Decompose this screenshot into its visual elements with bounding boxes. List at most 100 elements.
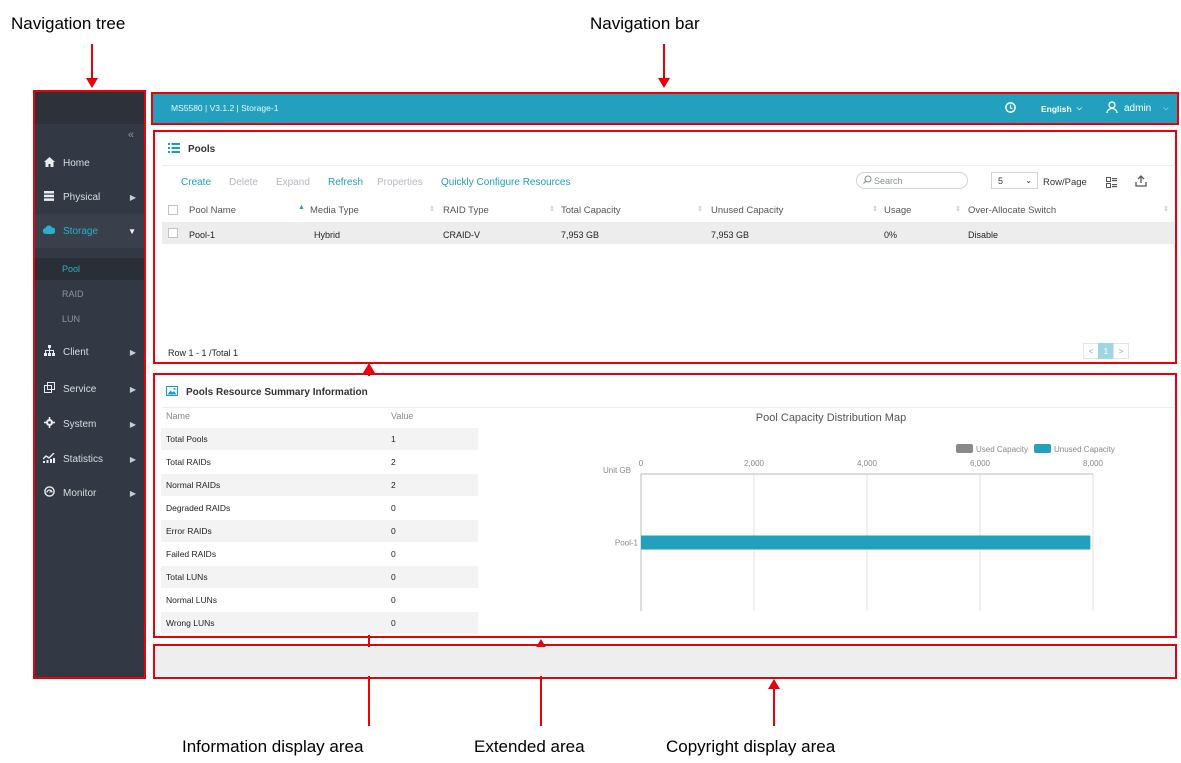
collapse-sidebar-button[interactable]: « [128,129,134,141]
summary-title-text: Pools Resource Summary Information [186,387,368,398]
language-select[interactable]: English ⌵ [1041,94,1082,123]
summary-row: Normal LUNs 0 [161,589,478,611]
chart-unit-label: Unit GB [603,466,631,475]
expand-button[interactable]: Expand [276,177,310,188]
callout-extended-area: Extended area [474,737,585,756]
column-header[interactable]: RAID Type [443,205,489,216]
create-button[interactable]: Create [181,177,211,188]
user-name: admin [1124,103,1152,114]
summary-value: 2 [391,480,396,490]
sort-asc-icon: ▲ [298,204,305,211]
sidebar-item-label: Home [63,157,90,169]
sidebar-header [35,92,144,124]
sidebar-item-client[interactable]: Client ▶ [35,335,144,369]
sidebar-subitem-raid[interactable]: RAID [35,283,144,305]
summary-name: Degraded RAIDs [166,503,231,513]
prev-page-button[interactable]: < [1083,343,1099,359]
export-icon[interactable] [1135,174,1147,192]
summary-row: Error RAIDs 0 [161,520,478,542]
caret-right-icon: ▶ [129,192,136,202]
refresh-button[interactable]: Refresh [328,177,363,188]
breadcrumb: MS5580 | V3.1.2 | Storage-1 [171,103,279,113]
clock-icon [1005,101,1016,116]
summary-value: 0 [391,572,396,582]
cell-media-type: Hybrid [314,230,341,240]
sidebar-item-physical[interactable]: Physical ▶ [35,180,144,214]
pagination: < 1 > [1083,343,1129,359]
sidebar-item-label: Monitor [63,487,97,499]
sidebar-item-storage[interactable]: Storage ▼ [35,214,144,248]
sidebar-item-home[interactable]: Home [35,146,144,180]
cloud-icon [42,225,56,237]
user-menu[interactable]: admin ⌵ [1106,94,1169,123]
summary-value: 0 [391,618,396,628]
row-checkbox[interactable] [168,228,178,238]
clock-button[interactable] [1005,94,1016,123]
column-header[interactable]: Pool Name [189,205,236,216]
tick-label: 6,000 [970,459,991,468]
legend-swatch [956,444,973,453]
legend-label: Unused Capacity [1054,445,1115,454]
sidebar-item-statistics[interactable]: Statistics ▶ [35,442,144,476]
sidebar-subitem-lun[interactable]: LUN [35,308,144,330]
summary-value: 0 [391,595,396,605]
value-header: Value [391,411,414,421]
network-icon [43,345,55,359]
monitor-icon [43,486,55,500]
sidebar-item-monitor[interactable]: Monitor ▶ [35,476,144,510]
sidebar-item-label: Statistics [63,453,104,465]
sidebar-item-label: Service [63,383,97,395]
caret-right-icon: ▶ [129,419,136,429]
column-header[interactable]: Over-Allocate Switch [968,205,1056,216]
column-header[interactable]: Media Type [310,205,359,216]
summary-name: Normal RAIDs [166,480,221,490]
caret-down-icon: ▼ [128,226,136,236]
sort-icon: ⇕ [429,206,435,213]
chart-legend: Used Capacity Unused Capacity [956,444,1115,454]
pools-panel: Pools Create Delete Expand Refresh Prope… [156,133,1174,361]
pools-title-text: Pools [188,144,216,155]
caret-right-icon: ▶ [129,384,136,394]
page-button[interactable]: 1 [1098,343,1114,359]
caret-right-icon: ▶ [129,454,136,464]
title-divider [162,165,1174,166]
chart-title: Pool Capacity Distribution Map [756,412,906,424]
summary-value: 0 [391,526,396,536]
properties-button[interactable]: Properties [377,177,423,188]
search-input[interactable]: Search [856,172,968,189]
legend-label: Used Capacity [976,445,1028,454]
search-placeholder: Search [874,175,903,186]
summary-value: 0 [391,549,396,559]
next-page-button[interactable]: > [1113,343,1129,359]
bar-unused-capacity [641,535,1091,550]
language-label: English [1041,103,1072,114]
callout-navigation-bar: Navigation bar [590,14,700,33]
select-all-checkbox[interactable] [168,205,178,215]
server-icon [43,190,55,204]
chevron-down-icon: ⌵ [1076,104,1083,112]
column-header[interactable]: Total Capacity [561,205,621,216]
delete-button[interactable]: Delete [229,177,258,188]
arrow-copyright-area [768,679,780,726]
sidebar-item-label: Storage [63,225,99,237]
sidebar-item-system[interactable]: System ▶ [35,407,144,441]
summary-panel: Pools Resource Summary Information Name … [156,376,1174,635]
callout-copyright-area: Copyright display area [666,737,836,756]
rows-per-page-select[interactable]: 5 ⌄ [991,172,1038,189]
sidebar-subitem-pool[interactable]: Pool [35,258,144,280]
sidebar-item-label: Client [63,346,89,358]
summary-name: Normal LUNs [166,595,218,605]
summary-value: 0 [391,503,396,513]
summary-name: Failed RAIDs [166,549,217,559]
rows-per-page-value: 5 [998,175,1004,186]
sidebar-item-service[interactable]: Service ▶ [35,372,144,406]
sort-icon: ⇕ [549,206,555,213]
quick-configure-button[interactable]: Quickly Configure Resources [441,177,571,188]
column-header[interactable]: Usage [884,205,911,216]
summary-value: 1 [391,434,396,444]
summary-row: Degraded RAIDs 0 [161,497,478,519]
column-header[interactable]: Unused Capacity [711,205,783,216]
cell-over-allocate: Disable [968,230,999,240]
column-settings-icon[interactable] [1106,175,1117,193]
name-header: Name [166,411,191,421]
